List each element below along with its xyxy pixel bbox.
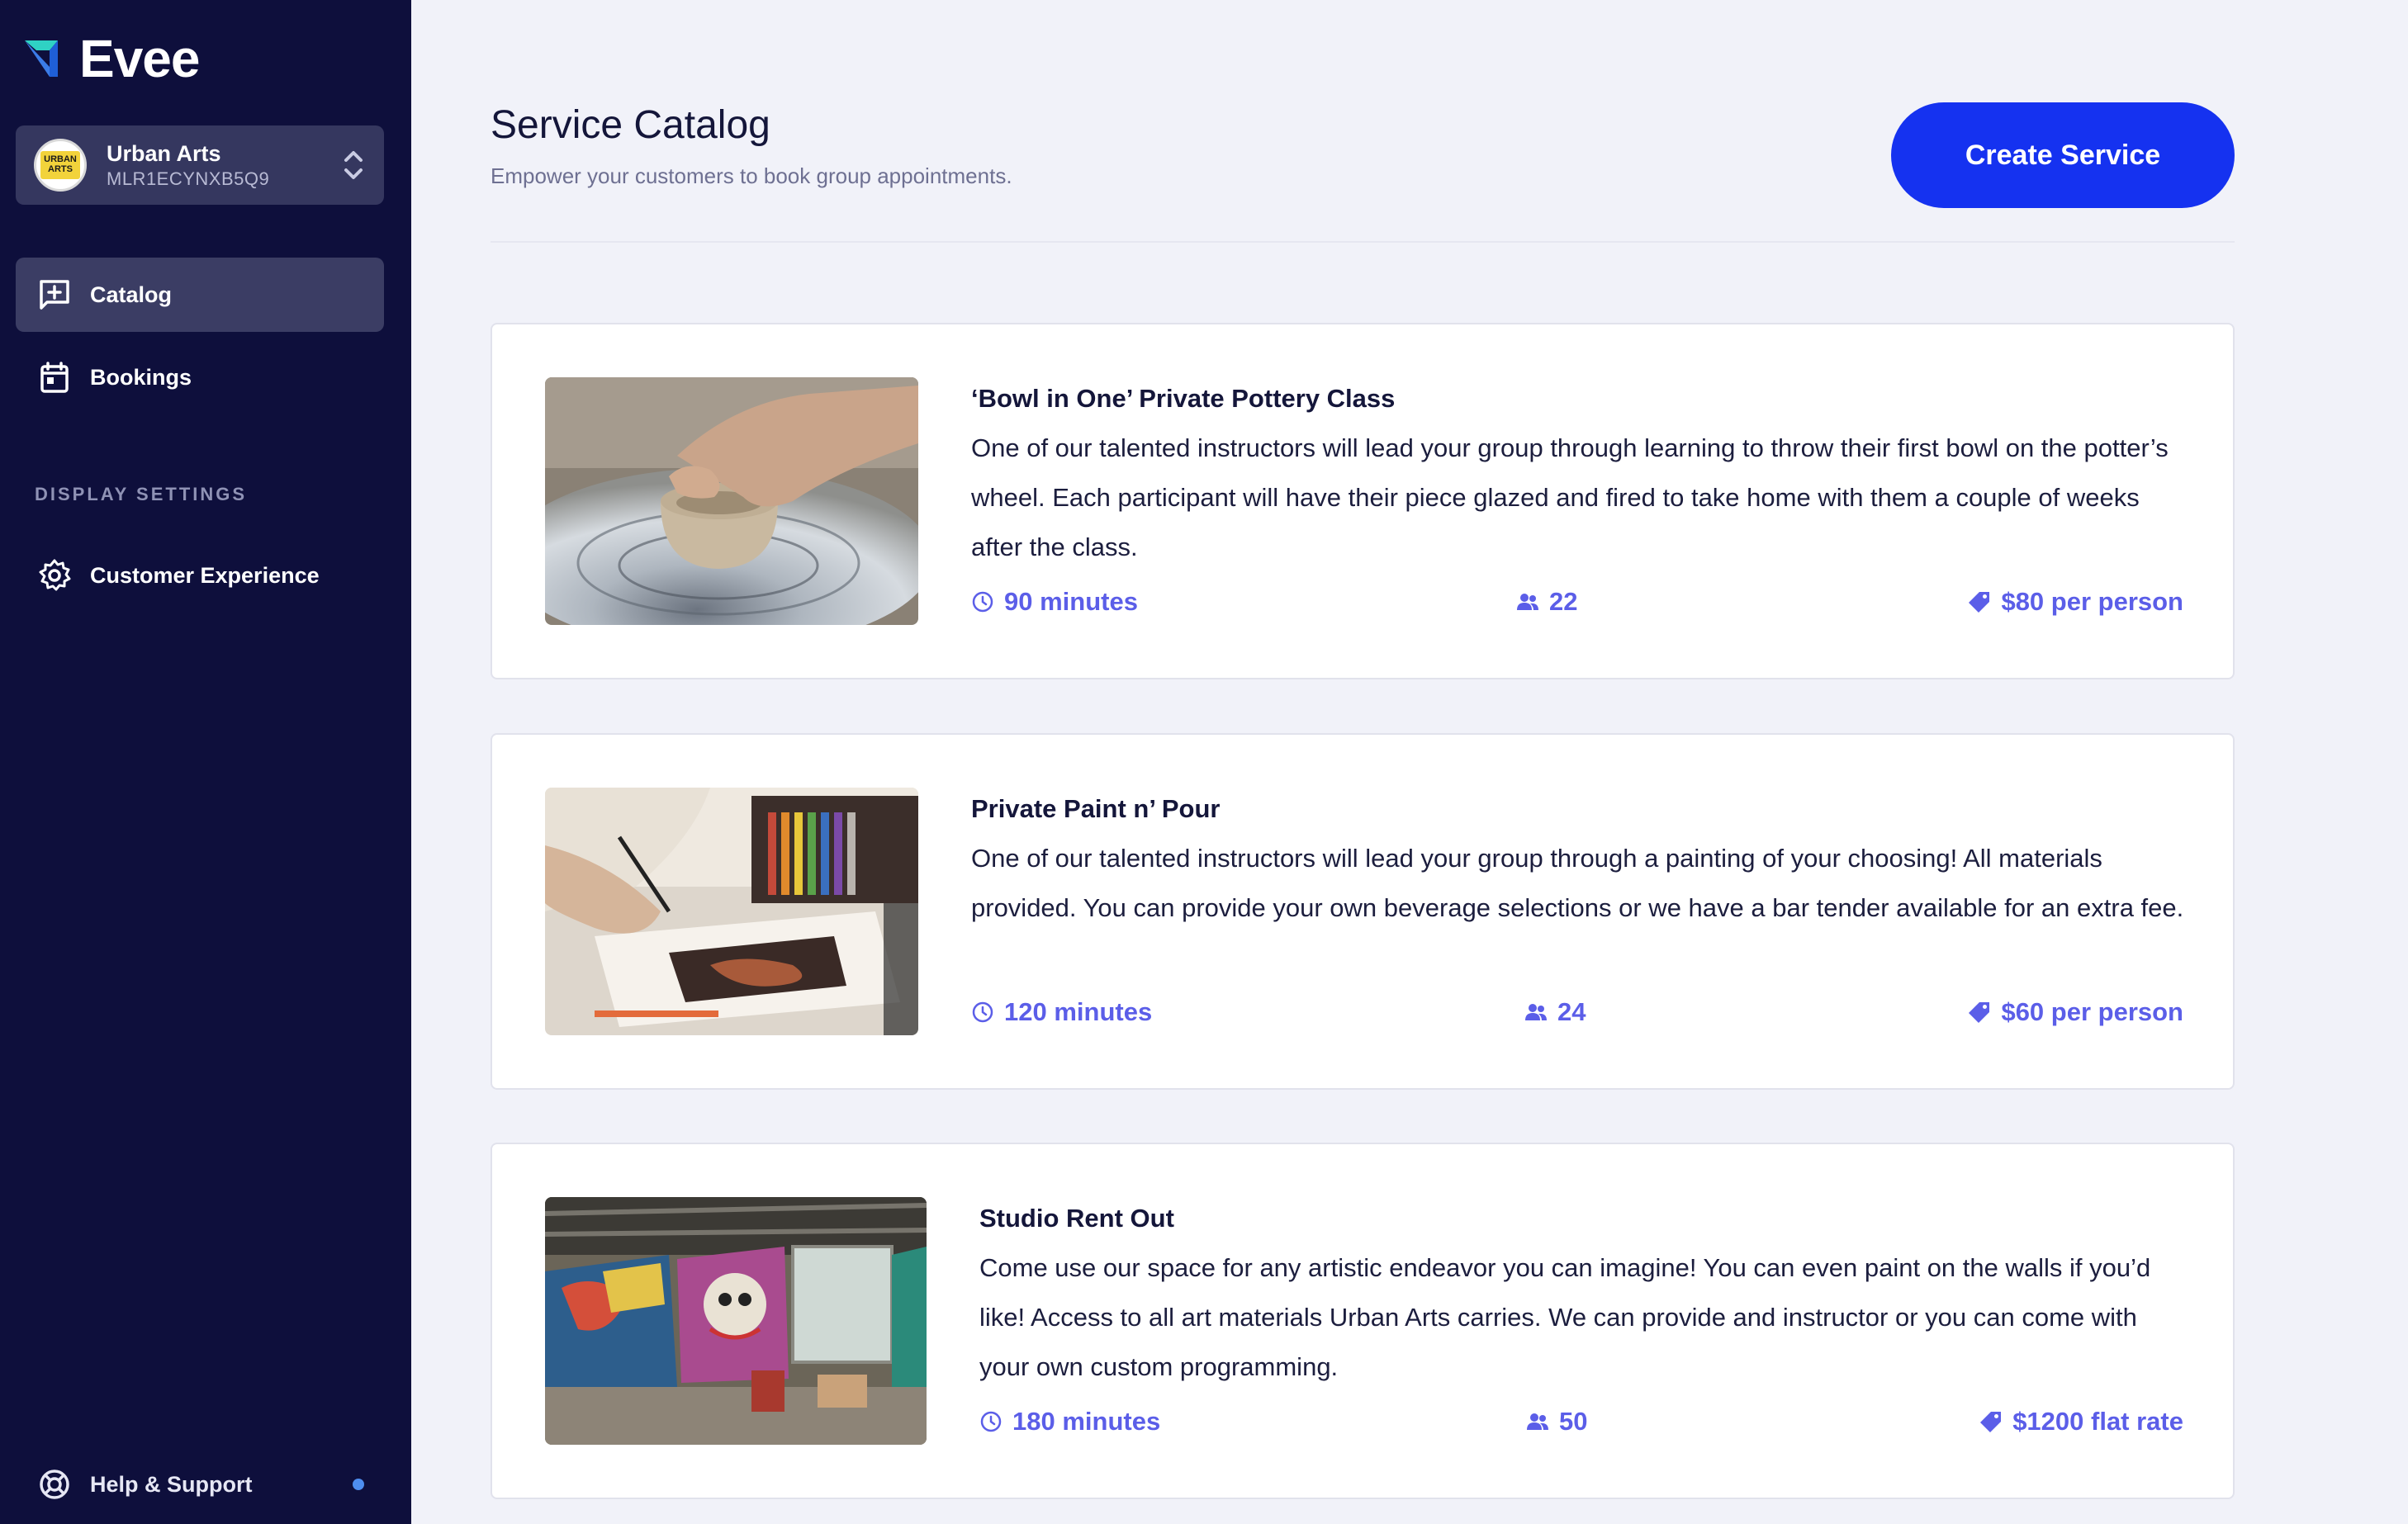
clock-icon xyxy=(972,591,993,613)
org-avatar-text: URBAN ARTS xyxy=(40,151,80,179)
service-capacity: 24 xyxy=(1524,997,1586,1027)
page-title: Service Catalog xyxy=(491,103,770,147)
service-price-text: $1200 flat rate xyxy=(2012,1407,2183,1436)
service-card[interactable]: ‘Bowl in One’ Private Pottery Class One … xyxy=(491,323,2235,679)
org-name: Urban Arts xyxy=(107,140,221,166)
service-duration: 120 minutes xyxy=(971,997,1152,1027)
painting-photo xyxy=(545,788,918,1035)
header-divider xyxy=(491,241,2235,243)
service-description: Come use our space for any artistic ende… xyxy=(979,1253,2151,1381)
sidebar: Evee URBAN ARTS Urban Arts MLR1ECYNXB5Q9… xyxy=(0,0,411,1524)
calendar-icon xyxy=(40,362,69,393)
sidebar-item-catalog[interactable]: Catalog xyxy=(16,258,384,332)
clock-icon xyxy=(972,1001,993,1023)
service-meta: 180 minutes 50 $1200 flat rate xyxy=(979,1407,2183,1443)
service-duration: 180 minutes xyxy=(979,1407,1160,1436)
service-duration: 90 minutes xyxy=(971,587,1138,617)
sidebar-item-label: Bookings xyxy=(90,364,192,390)
service-description: One of our talented instructors will lea… xyxy=(971,844,2184,922)
sidebar-item-label: Catalog xyxy=(90,282,173,307)
service-price: $80 per person xyxy=(1968,587,2183,617)
sidebar-item-bookings[interactable]: Bookings xyxy=(16,340,384,414)
service-duration-text: 90 minutes xyxy=(1004,587,1138,616)
service-price: $60 per person xyxy=(1968,997,2183,1027)
service-duration-text: 180 minutes xyxy=(1012,1407,1161,1436)
help-support-link[interactable]: Help & Support xyxy=(16,1450,384,1519)
service-capacity: 50 xyxy=(1526,1407,1587,1436)
service-price-text: $80 per person xyxy=(2001,587,2183,616)
notification-dot xyxy=(353,1479,364,1490)
service-duration-text: 120 minutes xyxy=(1004,997,1153,1026)
service-meta: 90 minutes 22 $80 per person xyxy=(971,587,2183,623)
service-title: Studio Rent Out xyxy=(979,1204,1174,1233)
org-avatar: URBAN ARTS xyxy=(34,139,87,192)
chevron-up-down-icon[interactable] xyxy=(341,147,366,183)
pottery-photo xyxy=(545,377,918,625)
price-tag-icon xyxy=(1969,592,1990,613)
page-subtitle: Empower your customers to book group app… xyxy=(491,163,1012,188)
sidebar-item-customer-experience[interactable]: Customer Experience xyxy=(16,538,384,613)
service-capacity-text: 22 xyxy=(1549,587,1578,616)
price-tag-icon xyxy=(1969,1002,1990,1023)
clock-icon xyxy=(980,1411,1002,1432)
section-label-display-settings: DISPLAY SETTINGS xyxy=(35,484,248,504)
service-price-text: $60 per person xyxy=(2001,997,2183,1026)
service-card[interactable]: Private Paint n’ Pour One of our talente… xyxy=(491,733,2235,1090)
service-capacity-text: 24 xyxy=(1557,997,1586,1026)
sidebar-item-label: Customer Experience xyxy=(90,562,320,588)
evee-logo-icon xyxy=(25,40,58,77)
help-support-label: Help & Support xyxy=(90,1471,253,1497)
group-icon xyxy=(1517,594,1538,610)
studio-photo xyxy=(545,1197,927,1445)
service-price: $1200 flat rate xyxy=(1979,1407,2183,1436)
service-description: One of our talented instructors will lea… xyxy=(971,433,2169,561)
lifebuoy-icon xyxy=(40,1470,69,1499)
service-meta: 120 minutes 24 $60 per person xyxy=(971,997,2183,1034)
org-switcher[interactable]: URBAN ARTS Urban Arts MLR1ECYNXB5Q9 xyxy=(16,125,384,205)
service-capacity: 22 xyxy=(1516,587,1577,617)
evee-logo[interactable]: Evee xyxy=(21,29,200,88)
price-tag-icon xyxy=(1980,1412,2002,1432)
gear-icon xyxy=(39,559,71,591)
group-icon xyxy=(1527,1413,1548,1430)
brand-name: Evee xyxy=(79,29,200,88)
service-capacity-text: 50 xyxy=(1559,1407,1588,1436)
group-icon xyxy=(1525,1004,1547,1020)
catalog-add-icon xyxy=(40,280,69,310)
service-title: Private Paint n’ Pour xyxy=(971,794,1221,823)
service-title: ‘Bowl in One’ Private Pottery Class xyxy=(971,384,1396,413)
create-service-button[interactable]: Create Service xyxy=(1891,102,2235,208)
service-card[interactable]: Studio Rent Out Come use our space for a… xyxy=(491,1143,2235,1499)
org-id: MLR1ECYNXB5Q9 xyxy=(107,168,270,189)
